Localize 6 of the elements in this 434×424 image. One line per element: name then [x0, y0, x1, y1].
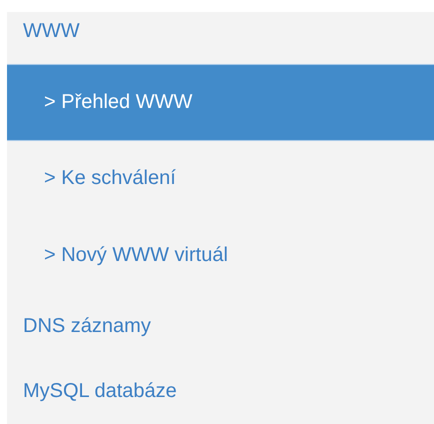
submenu-item[interactable]: > Přehled WWW: [7, 64, 434, 141]
submenu-item[interactable]: > Nový WWW virtuál: [7, 217, 434, 294]
menu-item[interactable]: MySQL databáze: [7, 358, 434, 424]
menu-item[interactable]: DNS záznamy: [7, 294, 434, 359]
submenu-item[interactable]: > Ke schválení: [7, 140, 434, 218]
menu-item[interactable]: WWW: [7, 12, 434, 64]
